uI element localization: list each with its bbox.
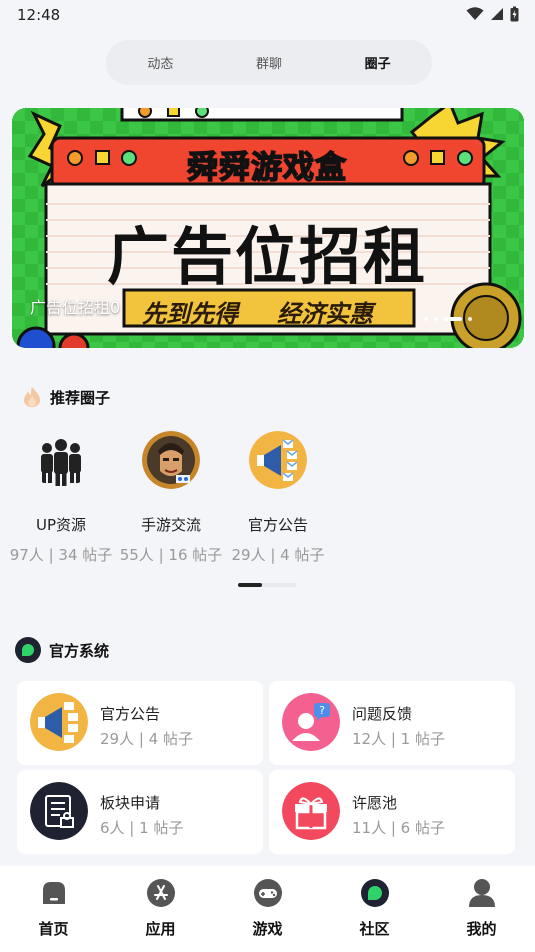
banner-pagination bbox=[424, 317, 472, 321]
nav-home[interactable]: 首页 bbox=[0, 866, 107, 952]
nav-games[interactable]: 游戏 bbox=[214, 866, 321, 952]
recommended-circle-list: UP资源 97人 | 34 帖子 手游交流 55人 | 16 帖子 官方公告 2… bbox=[0, 428, 535, 568]
application-form-icon bbox=[30, 782, 88, 840]
banner-title: 舜舜游戏盒 bbox=[186, 149, 347, 187]
status-bar: 12:48 bbox=[0, 0, 535, 30]
official-section-header: 官方系统 bbox=[15, 637, 109, 663]
banner-slogan-left: 先到先得 bbox=[142, 300, 238, 328]
circle-name: 官方公告 bbox=[247, 516, 308, 534]
bottom-nav: 首页 应用 游戏 社区 我的 bbox=[0, 866, 535, 952]
nav-label: 首页 bbox=[38, 920, 69, 938]
banner-dot-active[interactable] bbox=[444, 317, 462, 321]
megaphone-icon bbox=[30, 693, 88, 751]
tab-dynamics[interactable]: 动态 bbox=[110, 53, 210, 72]
battery-icon bbox=[510, 6, 519, 22]
chat-bubble-icon bbox=[15, 637, 41, 663]
signal-icon bbox=[491, 8, 503, 20]
nav-community[interactable]: 社区 bbox=[321, 866, 428, 952]
status-time: 12:48 bbox=[17, 6, 61, 24]
nav-label: 社区 bbox=[359, 920, 390, 938]
official-card-announcements[interactable]: 官方公告 29人 | 4 帖子 bbox=[17, 681, 263, 765]
circle-name: 手游交流 bbox=[140, 516, 201, 534]
official-title: 官方系统 bbox=[49, 641, 110, 660]
card-stats: 29人 | 4 帖子 bbox=[100, 730, 193, 748]
card-name: 板块申请 bbox=[100, 794, 161, 812]
card-stats: 6人 | 1 帖子 bbox=[100, 819, 184, 837]
card-stats: 11人 | 6 帖子 bbox=[352, 819, 445, 837]
circle-item-up-resources[interactable]: UP资源 97人 | 34 帖子 bbox=[1, 428, 121, 565]
nav-label: 我的 bbox=[466, 920, 497, 938]
home-icon bbox=[42, 882, 65, 904]
svg-text:?: ? bbox=[319, 704, 325, 717]
app-store-icon bbox=[146, 879, 175, 907]
nav-label: 应用 bbox=[145, 920, 176, 938]
status-icons bbox=[466, 6, 519, 22]
banner-headline: 广告位招租 bbox=[106, 220, 427, 293]
top-tab-bar: 动态 群聊 圈子 bbox=[106, 40, 432, 85]
banner-slogan-right: 经济实惠 bbox=[277, 300, 373, 328]
banner-dot[interactable] bbox=[468, 317, 472, 321]
card-name: 问题反馈 bbox=[352, 705, 413, 723]
nav-apps[interactable]: 应用 bbox=[107, 866, 214, 952]
circle-list-scroll-indicator bbox=[238, 583, 296, 587]
circle-stats: 29人 | 4 帖子 bbox=[231, 546, 325, 564]
nav-profile[interactable]: 我的 bbox=[428, 866, 535, 952]
banner-caption: 广告位招租0 bbox=[30, 298, 121, 317]
recommended-title: 推荐圈子 bbox=[50, 388, 111, 407]
gamepad-icon bbox=[253, 879, 282, 907]
circle-stats: 97人 | 34 帖子 bbox=[9, 546, 113, 564]
banner-dot[interactable] bbox=[434, 317, 438, 321]
wifi-icon bbox=[466, 7, 484, 20]
circle-stats: 55人 | 16 帖子 bbox=[119, 546, 223, 564]
flame-icon bbox=[24, 387, 40, 407]
profile-icon bbox=[468, 879, 495, 907]
circle-item-official-announcements[interactable]: 官方公告 29人 | 4 帖子 bbox=[218, 428, 338, 565]
recommended-section-header: 推荐圈子 bbox=[22, 386, 110, 408]
official-card-feedback[interactable]: ? 问题反馈 12人 | 1 帖子 bbox=[269, 681, 515, 765]
circle-item-mobile-games[interactable]: 手游交流 55人 | 16 帖子 bbox=[111, 428, 231, 565]
official-card-wishing-pool[interactable]: 许愿池 11人 | 6 帖子 bbox=[269, 770, 515, 854]
circle-name: UP资源 bbox=[35, 516, 87, 534]
nav-label: 游戏 bbox=[252, 920, 283, 938]
official-card-board-application[interactable]: 板块申请 6人 | 1 帖子 bbox=[17, 770, 263, 854]
game-avatar-icon bbox=[142, 431, 200, 489]
megaphone-icon bbox=[249, 431, 307, 489]
tab-circles[interactable]: 圈子 bbox=[328, 53, 428, 72]
gift-icon bbox=[282, 782, 340, 840]
community-icon bbox=[360, 879, 389, 907]
scroll-thumb bbox=[238, 583, 262, 587]
feedback-icon: ? bbox=[282, 693, 340, 751]
tab-group-chat[interactable]: 群聊 bbox=[219, 53, 319, 72]
banner-dot[interactable] bbox=[424, 317, 428, 321]
card-name: 官方公告 bbox=[100, 705, 161, 723]
people-group-icon bbox=[32, 431, 90, 489]
card-stats: 12人 | 1 帖子 bbox=[352, 730, 445, 748]
ad-banner[interactable]: 舜舜游戏盒 广告位招租 先到先得 经济实惠 广告位招租0 bbox=[12, 108, 524, 348]
card-name: 许愿池 bbox=[352, 794, 398, 812]
